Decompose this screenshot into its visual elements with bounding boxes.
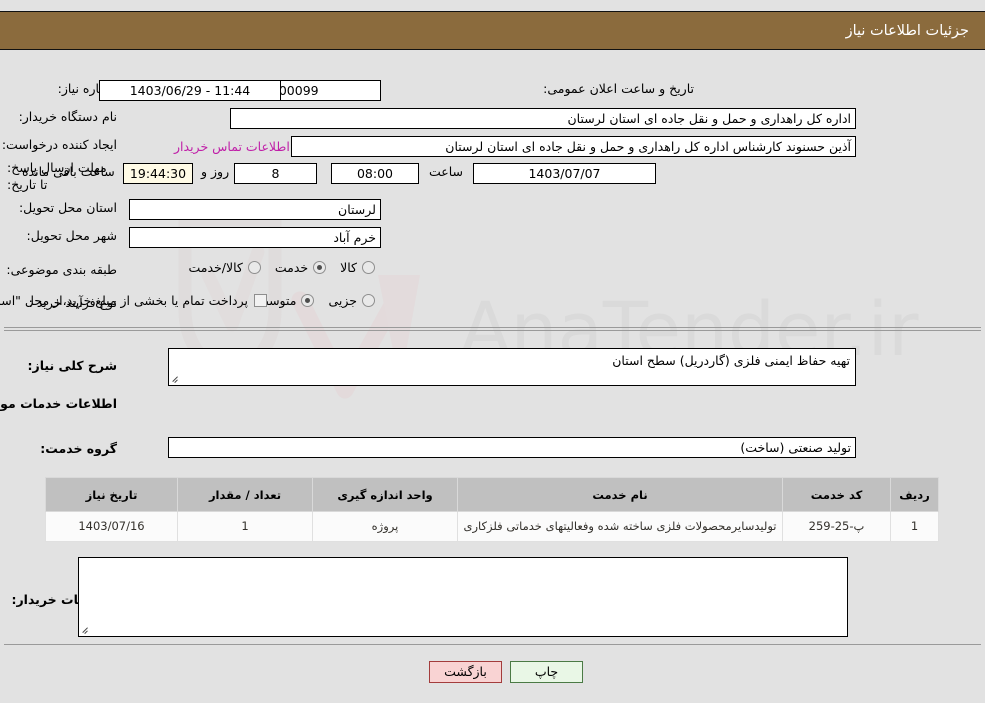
deadline-hour-value: 08:00: [331, 163, 419, 184]
treasury-text: پرداخت تمام یا بخشی از مبلغ خرید،از محل …: [0, 293, 248, 308]
city-label-wrap: شهر محل تحویل:: [27, 228, 117, 244]
service-group-value: تولید صنعتی (ساخت): [168, 437, 856, 458]
process-option-label-0: جزیی: [328, 293, 357, 308]
services-section-title: اطلاعات خدمات مورد نیاز: [0, 396, 117, 411]
province-value: لرستان: [129, 199, 381, 220]
deadline-date-value: 1403/07/07: [473, 163, 656, 184]
remaining-days-value: 8: [234, 163, 317, 184]
page-header: جزئیات اطلاعات نیاز: [0, 11, 985, 50]
need-info-panel: [4, 62, 981, 328]
back-button[interactable]: بازگشت: [429, 661, 502, 683]
buyer-org-label-wrap: نام دستگاه خریدار:: [19, 109, 117, 125]
process-radio-motavaset[interactable]: [301, 294, 315, 307]
col-header-name: نام خدمت: [457, 477, 783, 512]
announce-label-wrap: تاریخ و ساعت اعلان عمومی:: [543, 81, 694, 97]
province-label-wrap: استان محل تحویل:: [19, 200, 117, 216]
description-label: شرح کلی نیاز:: [27, 358, 117, 373]
remaining-days-label: روز و: [201, 164, 230, 179]
cell-code: پ-25-259: [782, 511, 891, 542]
page-title: جزئیات اطلاعات نیاز: [845, 22, 969, 39]
city-label: شهر محل تحویل:: [26, 228, 117, 243]
remaining-time-label: ساعت باقی مانده: [22, 164, 115, 179]
col-header-qty: تعداد / مقدار: [177, 477, 313, 512]
treasury-row: پرداخت تمام یا بخشی از مبلغ خرید،از محل …: [0, 293, 267, 308]
cell-date: 1403/07/16: [45, 511, 178, 542]
category-option-label-2: کالا/خدمت: [188, 260, 243, 275]
buyer-comments-textarea[interactable]: [78, 557, 848, 637]
buyer-contact-link[interactable]: اطلاعات تماس خریدار: [174, 139, 290, 154]
category-option-label-0: کالا: [340, 260, 357, 275]
col-header-date: تاریخ نیاز: [45, 477, 178, 512]
table-header-row: ردیف کد خدمت نام خدمت واحد اندازه گیری ت…: [45, 477, 939, 512]
resize-handle-icon-comments[interactable]: [81, 625, 91, 635]
category-radio-kala-khedmat[interactable]: [247, 261, 261, 274]
process-radio-jozei[interactable]: [362, 294, 375, 307]
announce-datetime-value: 1403/06/29 - 11:44: [99, 80, 281, 101]
service-group-label: گروه خدمت:: [40, 441, 117, 456]
category-radio-kala[interactable]: [362, 261, 375, 274]
col-header-unit: واحد اندازه گیری: [312, 477, 458, 512]
category-radio-group: کالا خدمت کالا/خدمت: [174, 260, 375, 275]
city-value: خرم آباد: [129, 227, 381, 248]
col-header-radif: ردیف: [890, 477, 939, 512]
services-table-wrap: ردیف کد خدمت نام خدمت واحد اندازه گیری ت…: [45, 477, 939, 542]
creator-label-wrap: ایجاد کننده درخواست:: [2, 137, 117, 153]
cell-name: تولیدسایرمحصولات فلزی ساخته شده وفعالیته…: [457, 511, 783, 542]
resize-handle-icon[interactable]: [171, 374, 181, 384]
buyer-org-label: نام دستگاه خریدار:: [18, 109, 117, 124]
treasury-checkbox[interactable]: [254, 294, 267, 307]
category-label-wrap: طبقه بندی موضوعی:: [6, 262, 117, 278]
category-label: طبقه بندی موضوعی:: [6, 262, 117, 277]
description-value: تهیه حفاظ ایمنی فلزی (گاردریل) سطح استان: [612, 353, 850, 368]
remaining-time-value: 19:44:30: [123, 163, 193, 184]
creator-label: ایجاد کننده درخواست:: [1, 137, 117, 152]
col-header-code: کد خدمت: [782, 477, 891, 512]
buyer-org-value: اداره کل راهداری و حمل و نقل جاده ای است…: [230, 108, 856, 129]
category-radio-khedmat[interactable]: [313, 261, 327, 274]
table-row: 1 پ-25-259 تولیدسایرمحصولات فلزی ساخته ش…: [45, 511, 939, 542]
deadline-hour-label: ساعت: [429, 164, 464, 179]
print-button[interactable]: چاپ: [510, 661, 583, 683]
services-table: ردیف کد خدمت نام خدمت واحد اندازه گیری ت…: [45, 477, 939, 542]
category-option-label-1: خدمت: [274, 260, 309, 275]
cell-radif: 1: [890, 511, 939, 542]
announce-datetime-label: تاریخ و ساعت اعلان عمومی:: [543, 81, 694, 96]
description-textarea[interactable]: تهیه حفاظ ایمنی فلزی (گاردریل) سطح استان: [168, 348, 856, 386]
province-label: استان محل تحویل:: [18, 200, 117, 215]
creator-value: آذین حسنوند کارشناس اداره کل راهداری و ح…: [291, 136, 856, 157]
cell-unit: پروژه: [312, 511, 458, 542]
page-root: AnaTender.ir جزئیات اطلاعات نیاز شماره ن…: [0, 0, 985, 703]
cell-qty: 1: [177, 511, 313, 542]
